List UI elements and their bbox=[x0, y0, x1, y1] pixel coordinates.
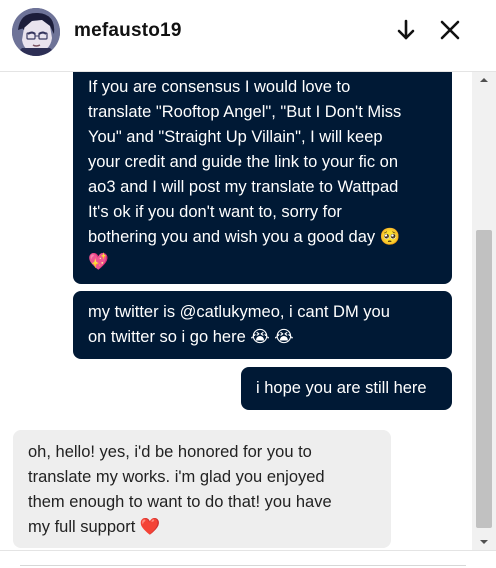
message-line: ao3 and I will post my translate to Watt… bbox=[88, 178, 399, 196]
message-line: translate "Rooftop Angel", "But I Don't … bbox=[88, 103, 402, 121]
scroll-down-button[interactable] bbox=[472, 534, 496, 550]
close-chat-button[interactable] bbox=[434, 14, 466, 46]
message-composer[interactable] bbox=[0, 550, 496, 568]
arrow-down-icon bbox=[397, 19, 415, 40]
message-line: my twitter is @catlukymeo, i cant DM you bbox=[88, 303, 390, 321]
scrollbar[interactable] bbox=[472, 72, 496, 550]
avatar-image bbox=[12, 8, 60, 56]
scroll-down-icon bbox=[480, 540, 488, 544]
scroll-up-icon bbox=[480, 78, 488, 82]
scroll-up-button[interactable] bbox=[472, 72, 496, 88]
message-list[interactable]: If you are consensus I would love to tra… bbox=[0, 72, 472, 550]
incoming-message: oh, hello! yes, i'd be honored for you t… bbox=[13, 430, 391, 548]
close-icon bbox=[440, 20, 460, 40]
message-line: You" and "Straight Up Villain", I will k… bbox=[88, 128, 383, 146]
message-line: 💖 bbox=[88, 253, 109, 271]
message-line: them enough to want to do that! you have bbox=[28, 493, 332, 511]
composer-divider bbox=[20, 565, 466, 566]
message-line: It's ok if you don't want to, sorry for bbox=[88, 203, 342, 221]
message-line: oh, hello! yes, i'd be honored for you t… bbox=[28, 443, 312, 461]
outgoing-message: my twitter is @catlukymeo, i cant DM you… bbox=[73, 291, 452, 359]
message-line: bothering you and wish you a good day 🥺 bbox=[88, 228, 401, 246]
scrollbar-thumb[interactable] bbox=[476, 230, 492, 528]
message-line: on twitter so i go here 😭 😭 bbox=[88, 328, 294, 346]
message-line: If you are consensus I would love to bbox=[88, 78, 351, 96]
outgoing-message: i hope you are still here bbox=[241, 367, 452, 410]
message-line: translate my works. i'm glad you enjoyed bbox=[28, 468, 325, 486]
message-line: i hope you are still here bbox=[256, 379, 427, 397]
collapse-chat-button[interactable] bbox=[390, 14, 422, 46]
chat-header: mefausto19 bbox=[0, 0, 496, 72]
message-line: your credit and guide the link to your f… bbox=[88, 153, 399, 171]
conversation-username[interactable]: mefausto19 bbox=[74, 20, 182, 42]
outgoing-message: If you are consensus I would love to tra… bbox=[73, 72, 452, 284]
message-line: my full support ❤️ bbox=[28, 518, 161, 536]
avatar[interactable] bbox=[12, 8, 60, 56]
